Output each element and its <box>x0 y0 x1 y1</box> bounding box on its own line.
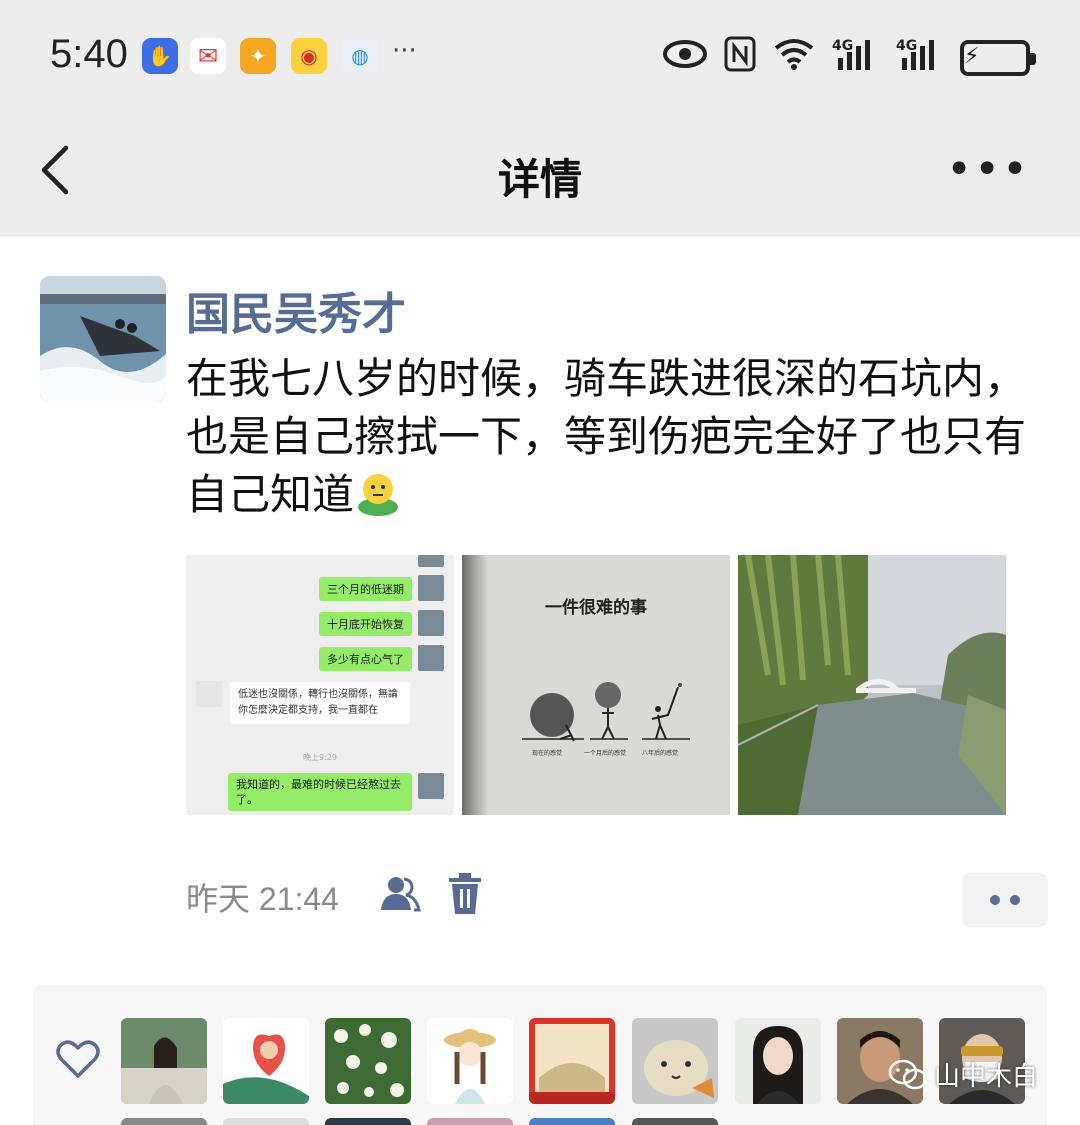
weibo-icon: ◉ <box>291 38 327 74</box>
chat-avatar <box>418 555 444 567</box>
chat-bubble-1: 三个月的低迷期 <box>319 577 412 601</box>
eye-icon <box>662 39 708 76</box>
dot-icon <box>1010 895 1020 905</box>
top-bar: 5:40 ✋ ✉ ✦ ◉ ◍ ··· 4G 4G ⚡ 详情 ••• <box>0 0 1080 237</box>
post-text: 在我七八岁的时候，骑车跌进很深的石坑内，也是自己擦拭一下，等到伤疤完全好了也只有… <box>186 350 1026 524</box>
liker-avatar[interactable] <box>223 1018 309 1104</box>
chat-avatar <box>418 773 444 799</box>
liker-avatar-partial[interactable] <box>121 1118 207 1125</box>
svg-text:4G: 4G <box>896 38 917 54</box>
image-chat-screenshot[interactable]: 三个月的低迷期 十月底开始恢复 多少有点心气了 低迷也沒關係，轉行也沒關係，無論… <box>186 555 454 815</box>
author-avatar[interactable] <box>40 276 166 402</box>
chat-avatar <box>418 645 444 671</box>
liker-avatar[interactable] <box>325 1018 411 1104</box>
delete-trash-icon[interactable] <box>445 872 489 916</box>
more-notifications-icon: ··· <box>392 36 417 66</box>
heart-icon <box>55 1036 101 1082</box>
post-images: 三个月的低迷期 十月底开始恢复 多少有点心气了 低迷也沒關係，轉行也沒關係，無論… <box>186 555 1006 815</box>
book-caption-3: 八年后的感觉 <box>642 750 679 757</box>
orange-app-icon: ✦ <box>240 38 276 74</box>
signal-2-icon: 4G <box>896 36 944 79</box>
awkward-emoji-icon <box>354 469 402 517</box>
comment-like-menu-button[interactable] <box>962 873 1048 927</box>
liker-avatar[interactable] <box>121 1018 207 1104</box>
signal-1-icon: 4G <box>832 36 880 79</box>
wechat-icon <box>888 1059 928 1089</box>
liker-avatar[interactable] <box>427 1018 513 1104</box>
post-text-body: 在我七八岁的时候，骑车跌进很深的石坑内，也是自己擦拭一下，等到伤疤完全好了也只有… <box>186 354 1027 519</box>
chat-avatar <box>418 610 444 636</box>
status-bar: 5:40 ✋ ✉ ✦ ◉ ◍ ··· 4G 4G ⚡ <box>0 0 1080 110</box>
battery-charging-icon: ⚡ <box>960 39 1036 76</box>
book-caption-1: 现在的感觉 <box>532 750 563 757</box>
svg-text:4G: 4G <box>832 38 853 54</box>
liker-avatar-partial[interactable] <box>223 1118 309 1125</box>
author-name-link[interactable]: 国民吴秀才 <box>186 278 406 342</box>
liker-avatar-partial[interactable] <box>427 1118 513 1125</box>
watermark-text: 山中木白 <box>934 1062 1039 1092</box>
chat-avatar-friend <box>196 681 222 707</box>
post-timestamp: 昨天 21:44 <box>186 881 339 917</box>
image-book-page[interactable]: 一件很难的事 现在的感觉 一个月后的感觉 八年后的感觉 <box>462 555 730 815</box>
book-illustration <box>522 682 690 742</box>
chat-avatar <box>418 575 444 601</box>
chat-bubble-3: 多少有点心气了 <box>319 647 412 671</box>
chat-bubble-4: 我知道的，最难的时候已经熬过去了。 <box>228 773 412 811</box>
page-title: 详情 <box>497 155 582 204</box>
liker-avatar[interactable] <box>735 1018 821 1104</box>
chat-reply: 低迷也沒關係，轉行也沒關係，無論你怎麼決定都支持，我一直都在 <box>230 682 410 724</box>
chat-timestamp: 晚上9:29 <box>303 753 337 762</box>
nfc-icon <box>724 36 756 79</box>
dot-icon <box>990 895 1000 905</box>
book-title: 一件很难的事 <box>545 598 647 618</box>
liker-avatar[interactable] <box>529 1018 615 1104</box>
status-time: 5:40 <box>50 32 128 76</box>
book-caption-2: 一个月后的感觉 <box>584 750 627 757</box>
shield-app-icon: ✋ <box>142 38 178 74</box>
image-river-photo[interactable] <box>738 555 1006 815</box>
wifi-icon <box>772 36 816 79</box>
nav-bar: 详情 ••• <box>0 110 1080 237</box>
more-options-button[interactable]: ••• <box>946 148 1030 192</box>
system-icons: 4G 4G ⚡ <box>662 36 1036 79</box>
visibility-people-icon[interactable] <box>378 872 422 916</box>
watermark: 山中木白 <box>888 1056 1038 1093</box>
liker-avatar-partial[interactable] <box>632 1118 718 1125</box>
mail-app-icon: ✉ <box>190 38 226 74</box>
liker-avatar-partial[interactable] <box>529 1118 615 1125</box>
browser-icon: ◍ <box>342 38 378 74</box>
liker-avatar[interactable] <box>632 1018 718 1104</box>
chat-bubble-2: 十月底开始恢复 <box>319 612 412 636</box>
liker-avatar-partial[interactable] <box>325 1118 411 1125</box>
